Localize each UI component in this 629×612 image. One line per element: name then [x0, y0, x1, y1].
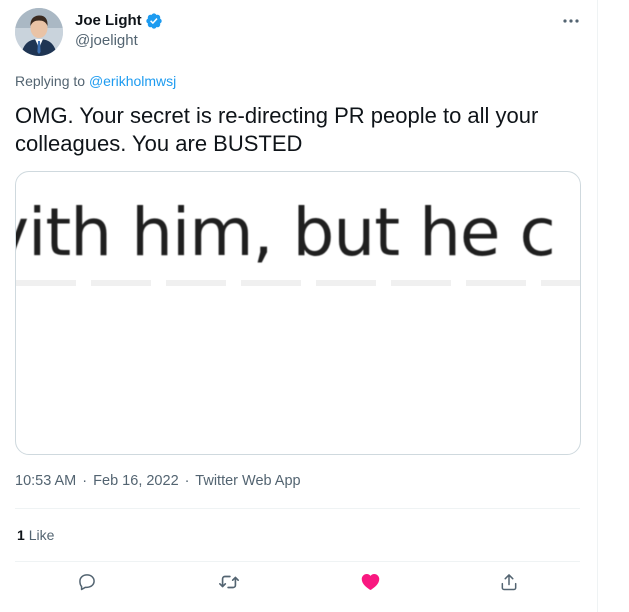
likes-stat[interactable]: 1 Like [17, 525, 54, 545]
likes-label: Like [28, 527, 55, 543]
column-border [597, 0, 598, 612]
replying-to: Replying to @erikholmwsj [15, 71, 176, 91]
name-row: Joe Light [75, 12, 163, 30]
tweet-header: Joe Light @joelight [15, 8, 585, 56]
user-info: Joe Light @joelight [75, 12, 163, 51]
tweet-time[interactable]: 10:53 AM [15, 473, 76, 489]
divider [15, 561, 580, 562]
replying-prefix: Replying to [15, 73, 89, 89]
reply-to-link[interactable]: @erikholmwsj [89, 73, 176, 89]
avatar[interactable] [15, 8, 63, 56]
tweet-text: OMG. Your secret is re-directing PR peop… [15, 103, 539, 156]
reply-icon [77, 572, 97, 597]
meta-separator: · [184, 473, 190, 489]
reply-button[interactable] [71, 568, 103, 600]
tweet-source[interactable]: Twitter Web App [195, 473, 300, 489]
verified-badge-icon [145, 12, 163, 30]
media-image[interactable]: vith him, but he c [15, 171, 581, 455]
media-text: vith him, but he c [16, 194, 556, 271]
retweet-icon [218, 571, 240, 598]
more-icon[interactable] [557, 12, 585, 30]
media-ghost-text [16, 280, 580, 286]
handle[interactable]: @joelight [75, 31, 163, 51]
tweet-meta: 10:53 AM · Feb 16, 2022 · Twitter Web Ap… [15, 471, 301, 491]
media-strip: vith him, but he c [16, 186, 580, 294]
display-name[interactable]: Joe Light [75, 12, 142, 30]
action-bar [15, 568, 580, 600]
meta-separator: · [82, 473, 88, 489]
divider [15, 508, 580, 509]
retweet-button[interactable] [213, 568, 245, 600]
likes-count: 1 [17, 527, 25, 543]
share-button[interactable] [493, 568, 525, 600]
heart-filled-icon [360, 571, 381, 597]
like-button[interactable] [354, 568, 386, 600]
tweet-date[interactable]: Feb 16, 2022 [93, 473, 178, 489]
share-icon [499, 572, 519, 597]
